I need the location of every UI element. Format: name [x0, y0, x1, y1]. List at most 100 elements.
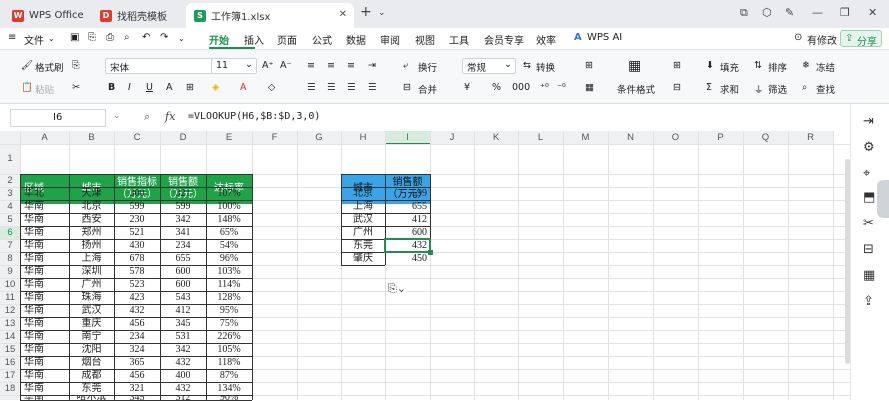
column-header[interactable]: H: [341, 131, 385, 144]
table-cell[interactable]: 重庆: [69, 317, 114, 330]
clear-format-icon[interactable]: ◇: [268, 82, 275, 93]
table-cell[interactable]: 扬州: [69, 239, 114, 252]
row-header[interactable]: 9: [0, 265, 20, 278]
convert-button[interactable]: 转换: [536, 60, 555, 74]
table-cell[interactable]: 543: [160, 291, 206, 304]
column-header[interactable]: B: [69, 131, 114, 144]
font-grow-icon[interactable]: A⁺: [262, 60, 274, 71]
column-header[interactable]: G: [297, 131, 341, 144]
table-cell[interactable]: 342: [160, 213, 206, 226]
table-cell[interactable]: 65%: [206, 226, 252, 239]
table-cell[interactable]: 599: [114, 200, 160, 213]
table-cell[interactable]: 100%: [206, 200, 252, 213]
align-left-icon[interactable]: ☰: [307, 82, 316, 93]
percent-icon[interactable]: %: [492, 82, 501, 93]
lookup-city-cell[interactable]: 上海: [341, 200, 385, 213]
hamburger-icon[interactable]: ≡: [8, 32, 16, 43]
tools-icon[interactable]: ✂: [863, 216, 874, 231]
table-cell[interactable]: 华南: [20, 265, 69, 278]
table-cell[interactable]: 天津: [69, 187, 114, 200]
row-header[interactable]: 15: [0, 343, 20, 356]
border-icon[interactable]: ⊞: [186, 82, 194, 93]
lookup-city-cell[interactable]: 肇庆: [341, 252, 385, 265]
table-cell[interactable]: 东莞: [69, 382, 114, 395]
cut-icon[interactable]: ✂: [72, 82, 80, 93]
paste-button[interactable]: 粘贴: [35, 82, 54, 96]
table-cell[interactable]: 87%: [206, 369, 252, 382]
table-cell[interactable]: 599: [160, 200, 206, 213]
row-header[interactable]: 1: [0, 144, 20, 174]
row-header[interactable]: 6: [0, 226, 20, 239]
table-cell[interactable]: 226%: [206, 330, 252, 343]
restore-window-icon[interactable]: ⧉: [740, 6, 748, 20]
table-cell[interactable]: 523: [114, 278, 160, 291]
table-cell[interactable]: 324: [114, 343, 160, 356]
column-header[interactable]: D: [160, 131, 206, 144]
table-cell[interactable]: 432: [160, 382, 206, 395]
sidebar-collapse-icon[interactable]: ⇥: [863, 114, 874, 129]
menu-start[interactable]: 开始: [209, 32, 229, 47]
decrease-decimal-icon[interactable]: ⁻⁰: [557, 82, 566, 93]
tab-wps-office[interactable]: W WPS Office: [4, 3, 89, 28]
table-cell[interactable]: 华北: [20, 187, 69, 200]
table-cell[interactable]: 148%: [206, 213, 252, 226]
table-cell[interactable]: 118%: [206, 356, 252, 369]
delete-icon[interactable]: ⊟: [673, 82, 681, 93]
table-cell[interactable]: 128%: [206, 291, 252, 304]
filter-button[interactable]: 筛选: [768, 82, 787, 96]
table-cell[interactable]: 广州: [69, 278, 114, 291]
table-cell[interactable]: 600: [160, 278, 206, 291]
file-menu[interactable]: 文件: [24, 32, 44, 47]
menu-page[interactable]: 页面: [277, 32, 297, 47]
align-center-icon[interactable]: ☰: [327, 82, 336, 93]
skin-icon[interactable]: ⬡: [762, 6, 772, 19]
table-cell[interactable]: 321: [160, 187, 206, 200]
select-icon[interactable]: ⌖: [863, 166, 870, 181]
table-cell[interactable]: 郑州: [69, 226, 114, 239]
lookup-city-cell[interactable]: 北京: [341, 187, 385, 200]
align-right-icon[interactable]: ☰: [347, 82, 356, 93]
table-cell[interactable]: 234: [160, 239, 206, 252]
table-cell[interactable]: 412: [160, 304, 206, 317]
properties-icon[interactable]: ⚙: [863, 140, 875, 155]
table-cell[interactable]: 华南: [20, 226, 69, 239]
active-cell-selection[interactable]: [384, 238, 431, 253]
lookup-city-cell[interactable]: 广州: [341, 226, 385, 239]
find-button[interactable]: 查找: [816, 82, 835, 96]
spreadsheet-grid[interactable]: A B C D E F G H I J K L M N O P Q R 1 2 3 4 5 6 7 8 9 10 11 12 13 14 15 1…: [0, 131, 850, 401]
table-cell[interactable]: 400: [160, 369, 206, 382]
lookup-city-cell[interactable]: 武汉: [341, 213, 385, 226]
merge-button[interactable]: 合并: [418, 82, 437, 96]
font-family-select[interactable]: 宋体⌄: [105, 58, 225, 74]
increase-decimal-icon[interactable]: ⁺⁰: [540, 82, 549, 93]
table-cell[interactable]: 321: [114, 382, 160, 395]
table-cell[interactable]: 深圳: [69, 265, 114, 278]
menu-tools[interactable]: 工具: [449, 32, 469, 47]
table-cell[interactable]: 600: [160, 265, 206, 278]
row-header[interactable]: 10: [0, 278, 20, 291]
freeze-button[interactable]: 冻结: [816, 60, 835, 74]
menu-review[interactable]: 审阅: [380, 32, 400, 47]
table-cell[interactable]: 678: [114, 252, 160, 265]
table-cell[interactable]: 430: [114, 239, 160, 252]
chevron-down-icon[interactable]: ⌄: [113, 111, 121, 121]
table-cell[interactable]: 96%: [206, 252, 252, 265]
table-cell[interactable]: 432: [160, 356, 206, 369]
row-header[interactable]: 7: [0, 239, 20, 252]
font-size-select[interactable]: 11 ⌄: [211, 58, 257, 74]
share-icon[interactable]: ⇪: [863, 294, 874, 309]
row-header[interactable]: 18: [0, 382, 20, 395]
table-cell[interactable]: 华南: [20, 330, 69, 343]
pen-icon[interactable]: ✎: [785, 6, 794, 19]
row-header[interactable]: 17: [0, 369, 20, 382]
zoom-icon[interactable]: ⌕: [144, 110, 150, 124]
table-cell[interactable]: 134%: [206, 382, 252, 395]
table-cell[interactable]: 华南: [20, 252, 69, 265]
lookup-value-cell[interactable]: 655: [385, 200, 427, 213]
table-cell[interactable]: 54%: [206, 239, 252, 252]
undo-icon[interactable]: ↶: [142, 32, 150, 43]
table-cell[interactable]: 114%: [206, 278, 252, 291]
table-cell[interactable]: 456: [114, 317, 160, 330]
column-header[interactable]: Q: [743, 131, 788, 144]
function-icon[interactable]: fx: [165, 110, 175, 123]
